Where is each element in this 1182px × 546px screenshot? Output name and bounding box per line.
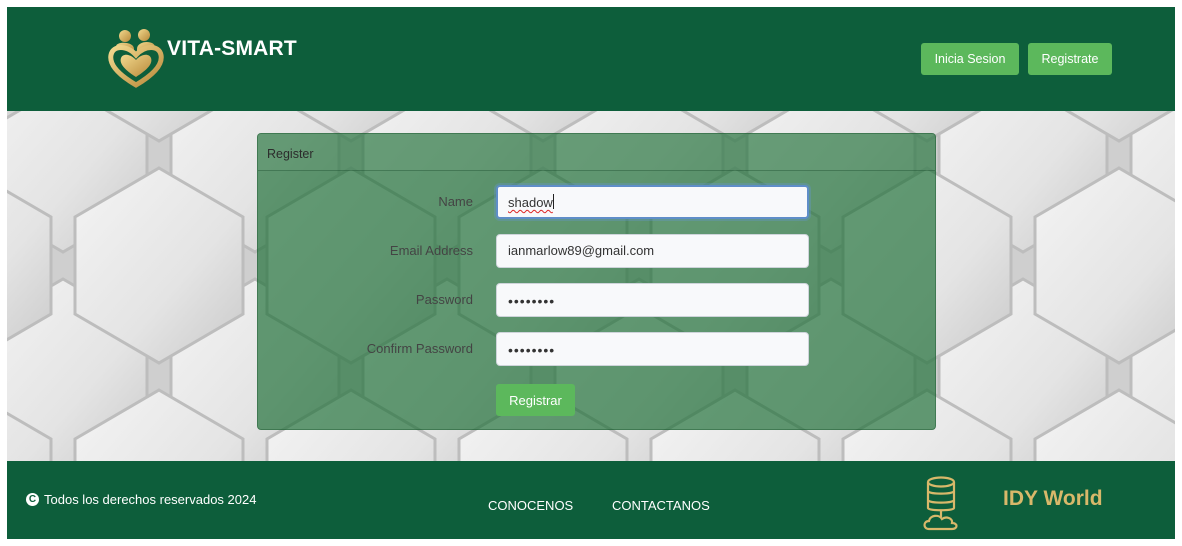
login-button[interactable]: Inicia Sesion [921, 43, 1019, 75]
logo-link[interactable]: VITA-SMART [107, 27, 297, 89]
name-label: Name [438, 194, 473, 209]
copyright-text: Todos los derechos reservados 2024 [44, 492, 257, 507]
confirm-password-input[interactable]: •••••••• [496, 332, 809, 366]
email-input[interactable]: ianmarlow89@gmail.com [496, 234, 809, 268]
footer-link-conocenos[interactable]: CONOCENOS [488, 498, 573, 513]
confirm-password-row: Confirm Password •••••••• [258, 332, 937, 366]
card-title: Register [258, 134, 935, 171]
heart-family-logo-icon [108, 29, 164, 88]
cloud-database-icon [923, 476, 958, 531]
text-caret [552, 194, 554, 209]
email-label: Email Address [389, 243, 473, 258]
register-card: Register Name shadow Email Address ianma… [257, 133, 936, 430]
register-nav-button[interactable]: Registrate [1028, 43, 1112, 75]
password-input[interactable]: •••••••• [496, 283, 809, 317]
name-row: Name shadow [258, 185, 937, 219]
company-name: IDY World [1003, 487, 1103, 510]
name-input[interactable]: shadow [496, 185, 809, 219]
register-submit-button[interactable]: Registrar [496, 384, 575, 416]
confirm-password-label: Confirm Password [366, 341, 473, 356]
password-label: Password [415, 292, 473, 307]
copyright: C Todos los derechos reservados 2024 [26, 492, 256, 507]
copyright-icon: C [26, 493, 39, 506]
name-value: shadow [508, 195, 553, 210]
footer: C Todos los derechos reservados 2024 CON… [7, 461, 1175, 539]
brand-name: VITA-SMART [167, 37, 297, 60]
email-row: Email Address ianmarlow89@gmail.com [258, 234, 937, 268]
page: VITA-SMART Inicia Sesion Registrate Regi… [7, 7, 1175, 539]
footer-link-contactanos[interactable]: CONTACTANOS [612, 498, 710, 513]
top-navbar: VITA-SMART Inicia Sesion Registrate [7, 7, 1175, 111]
password-row: Password •••••••• [258, 283, 937, 317]
